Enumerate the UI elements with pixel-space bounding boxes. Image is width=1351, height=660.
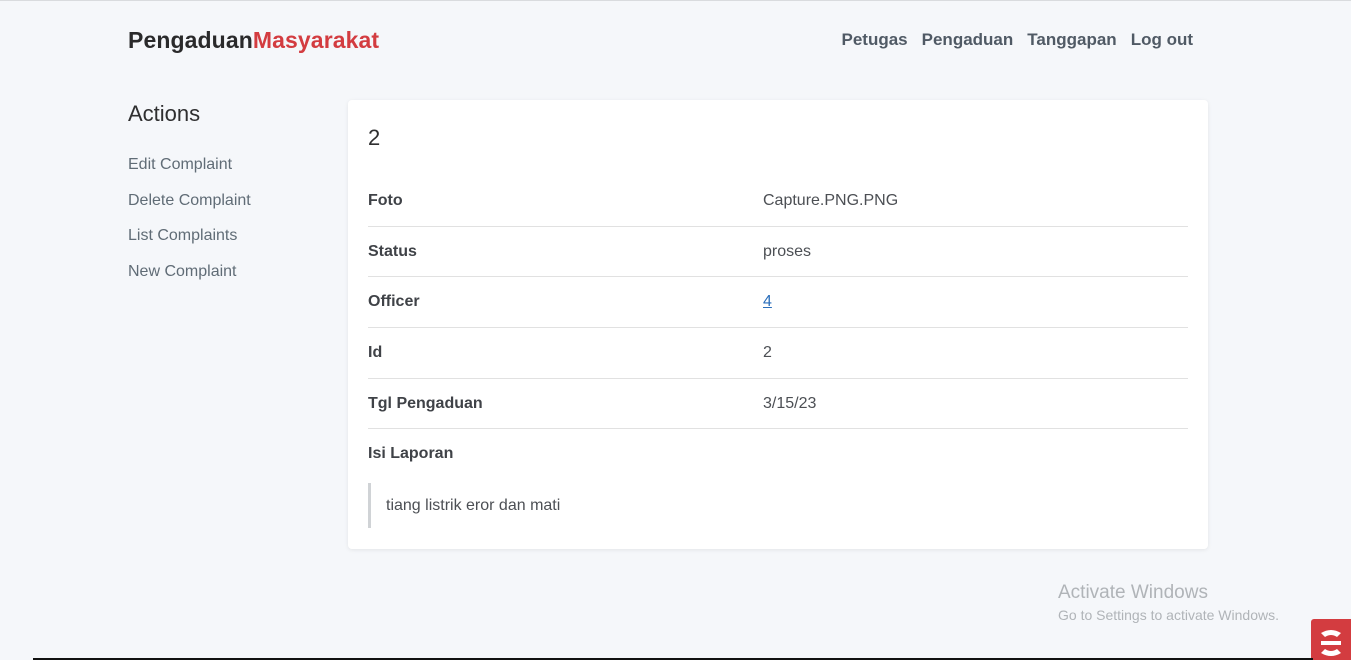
top-nav: Petugas Pengaduan Tanggapan Log out <box>842 30 1194 50</box>
brand-text-primary: Pengaduan <box>128 27 253 53</box>
detail-value: 2 <box>763 343 772 361</box>
watermark-title: Activate Windows <box>1058 582 1208 603</box>
detail-label: Officer <box>368 293 420 311</box>
app-badge-icon[interactable] <box>1311 619 1351 660</box>
list-complaints-link[interactable]: List Complaints <box>128 226 328 262</box>
watermark-subtitle: Go to Settings to activate Windows. <box>1058 607 1279 623</box>
detail-label: Id <box>368 343 383 361</box>
activate-windows-watermark: Activate Windows Go to Settings to activ… <box>1058 582 1279 623</box>
edit-complaint-link[interactable]: Edit Complaint <box>128 155 328 191</box>
detail-value: Capture.PNG.PNG <box>763 191 899 209</box>
detail-row-tgl-pengaduan: Tgl Pengaduan 3/15/23 <box>368 379 1188 430</box>
isi-laporan-text: tiang listrik eror dan mati <box>368 483 768 528</box>
nav-pengaduan-link[interactable]: Pengaduan <box>922 30 1014 50</box>
complaint-detail-card: 2 Foto Capture.PNG.PNG Status proses Off… <box>348 100 1208 549</box>
detail-value: 3/15/23 <box>763 394 817 412</box>
officer-link[interactable]: 4 <box>763 293 772 311</box>
nav-tanggapan-link[interactable]: Tanggapan <box>1027 30 1116 50</box>
brand-text-accent: Masyarakat <box>252 27 380 53</box>
detail-row-id: Id 2 <box>368 328 1188 379</box>
nav-petugas-link[interactable]: Petugas <box>842 30 908 50</box>
detail-value: proses <box>763 242 812 260</box>
nav-logout-link[interactable]: Log out <box>1131 30 1193 50</box>
detail-label: Foto <box>368 191 403 209</box>
actions-sidebar: Actions Edit Complaint Delete Complaint … <box>128 101 328 297</box>
isi-laporan-label: Isi Laporan <box>368 445 454 462</box>
delete-complaint-link[interactable]: Delete Complaint <box>128 191 328 227</box>
detail-label: Tgl Pengaduan <box>368 394 483 412</box>
new-complaint-link[interactable]: New Complaint <box>128 262 328 298</box>
detail-row-status: Status proses <box>368 227 1188 278</box>
actions-heading: Actions <box>128 101 201 126</box>
brand-logo[interactable]: PengaduanMasyarakat <box>128 27 379 54</box>
top-navbar: PengaduanMasyarakat Petugas Pengaduan Ta… <box>0 1 1351 81</box>
detail-table: Foto Capture.PNG.PNG Status proses Offic… <box>368 176 1188 430</box>
detail-row-foto: Foto Capture.PNG.PNG <box>368 176 1188 227</box>
detail-label: Status <box>368 242 417 260</box>
record-heading: 2 <box>368 125 381 150</box>
detail-row-officer: Officer 4 <box>368 277 1188 329</box>
